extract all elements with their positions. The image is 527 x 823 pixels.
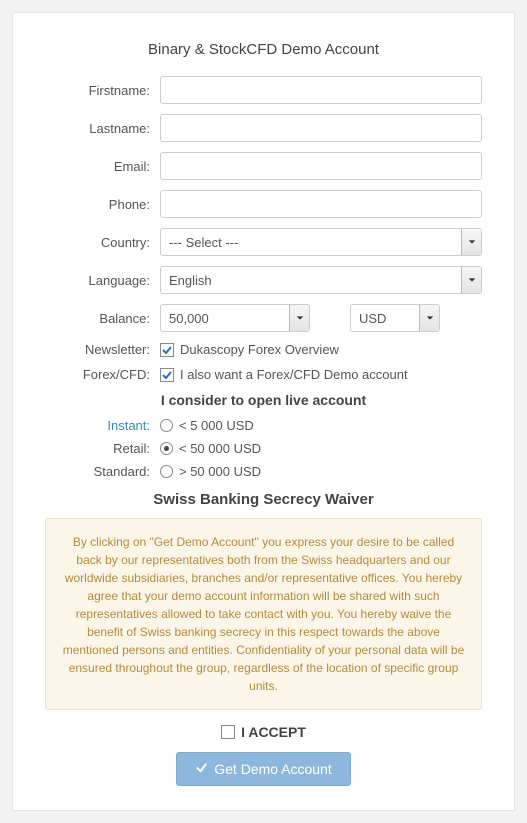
email-row: Email: [45, 152, 482, 180]
accept-label: I ACCEPT [241, 724, 306, 740]
forexcfd-checkbox[interactable] [160, 368, 174, 382]
country-selected: --- Select --- [169, 235, 238, 250]
chevron-down-icon [461, 267, 481, 293]
forexcfd-text: I also want a Forex/CFD Demo account [180, 367, 408, 382]
standard-radio[interactable] [160, 465, 173, 478]
submit-row: Get Demo Account [45, 752, 482, 786]
instant-label[interactable]: Instant: [45, 418, 160, 433]
language-select[interactable]: English [160, 266, 482, 294]
accept-row: I ACCEPT [45, 724, 482, 740]
country-label: Country: [45, 235, 160, 250]
balance-currency-select[interactable]: USD [350, 304, 440, 332]
balance-row: Balance: 50,000 USD [45, 304, 482, 332]
retail-label: Retail: [45, 441, 160, 456]
language-label: Language: [45, 273, 160, 288]
instant-radio[interactable] [160, 419, 173, 432]
balance-amount: 50,000 [169, 311, 209, 326]
waiver-box: By clicking on "Get Demo Account" you ex… [45, 518, 482, 710]
instant-text: < 5 000 USD [179, 418, 254, 433]
chevron-down-icon [419, 305, 439, 331]
standard-row: Standard: > 50 000 USD [45, 464, 482, 479]
firstname-input[interactable] [160, 76, 482, 104]
retail-radio[interactable] [160, 442, 173, 455]
email-input[interactable] [160, 152, 482, 180]
get-demo-account-button[interactable]: Get Demo Account [176, 752, 351, 786]
email-label: Email: [45, 159, 160, 174]
check-icon [195, 761, 208, 777]
firstname-label: Firstname: [45, 83, 160, 98]
phone-input[interactable] [160, 190, 482, 218]
accept-checkbox[interactable] [221, 725, 235, 739]
phone-row: Phone: [45, 190, 482, 218]
forexcfd-row: Forex/CFD: I also want a Forex/CFD Demo … [45, 367, 482, 382]
lastname-label: Lastname: [45, 121, 160, 136]
firstname-row: Firstname: [45, 76, 482, 104]
balance-currency: USD [359, 311, 386, 326]
lastname-input[interactable] [160, 114, 482, 142]
chevron-down-icon [289, 305, 309, 331]
newsletter-row: Newsletter: Dukascopy Forex Overview [45, 342, 482, 357]
newsletter-label: Newsletter: [45, 342, 160, 357]
newsletter-checkbox[interactable] [160, 343, 174, 357]
country-select[interactable]: --- Select --- [160, 228, 482, 256]
waiver-title: Swiss Banking Secrecy Waiver [45, 491, 482, 508]
retail-row: Retail: < 50 000 USD [45, 441, 482, 456]
balance-wrap: 50,000 USD [160, 304, 482, 332]
live-account-heading: I consider to open live account [45, 392, 482, 408]
chevron-down-icon [461, 229, 481, 255]
phone-label: Phone: [45, 197, 160, 212]
language-row: Language: English [45, 266, 482, 294]
standard-label: Standard: [45, 464, 160, 479]
form-card: Binary & StockCFD Demo Account Firstname… [12, 12, 515, 811]
balance-label: Balance: [45, 311, 160, 326]
lastname-row: Lastname: [45, 114, 482, 142]
language-selected: English [169, 273, 212, 288]
standard-text: > 50 000 USD [179, 464, 261, 479]
country-row: Country: --- Select --- [45, 228, 482, 256]
newsletter-text: Dukascopy Forex Overview [180, 342, 339, 357]
form-title: Binary & StockCFD Demo Account [45, 41, 482, 58]
forexcfd-label: Forex/CFD: [45, 367, 160, 382]
balance-amount-select[interactable]: 50,000 [160, 304, 310, 332]
submit-label: Get Demo Account [214, 761, 332, 777]
retail-text: < 50 000 USD [179, 441, 261, 456]
instant-row: Instant: < 5 000 USD [45, 418, 482, 433]
